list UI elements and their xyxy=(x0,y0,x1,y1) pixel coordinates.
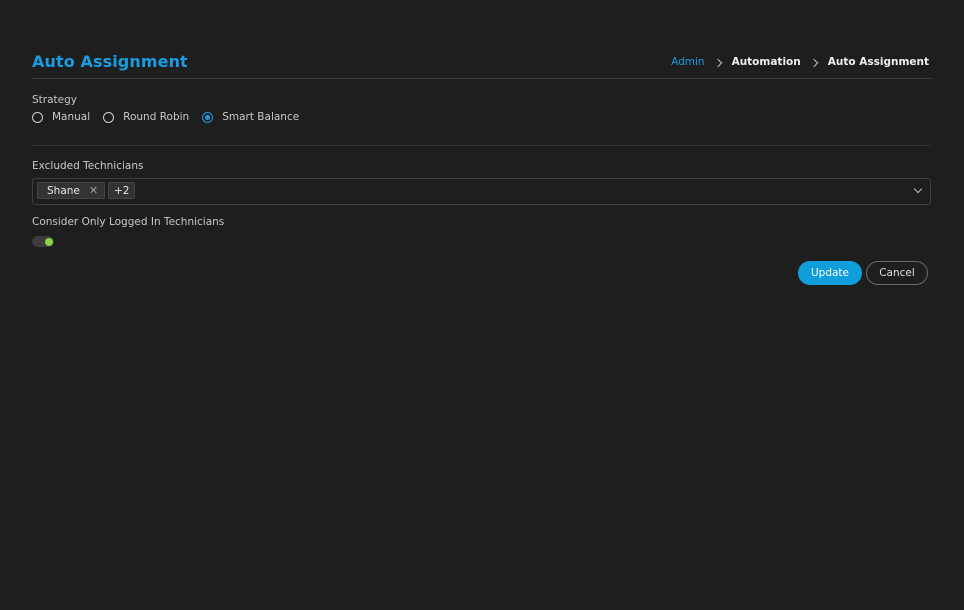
radio-manual[interactable]: Manual xyxy=(32,111,90,123)
technician-tag-label: Shane xyxy=(47,184,80,197)
radio-round-robin-label: Round Robin xyxy=(123,111,190,123)
breadcrumb: Admin Automation Auto Assignment xyxy=(671,56,929,68)
strategy-radio-group: Manual Round Robin Smart Balance xyxy=(32,111,312,123)
logged-in-label: Consider Only Logged In Technicians xyxy=(32,216,225,228)
radio-circle-icon[interactable] xyxy=(103,111,115,123)
section-divider xyxy=(32,145,931,146)
chevron-right-icon xyxy=(809,58,818,68)
cancel-button[interactable]: Cancel xyxy=(866,261,928,285)
chevron-right-icon xyxy=(713,58,722,68)
breadcrumb-admin-link[interactable]: Admin xyxy=(671,56,704,68)
radio-smart-balance[interactable]: Smart Balance xyxy=(202,111,299,123)
excluded-technicians-label: Excluded Technicians xyxy=(32,160,144,172)
technician-tag: Shane ✕ xyxy=(37,182,106,199)
breadcrumb-current: Auto Assignment xyxy=(827,56,929,68)
chevron-down-icon[interactable] xyxy=(913,184,923,194)
close-icon[interactable]: ✕ xyxy=(89,185,98,196)
update-button[interactable]: Update xyxy=(798,261,862,285)
toggle-knob xyxy=(45,237,53,246)
radio-circle-icon[interactable] xyxy=(32,111,43,123)
page-header: Auto Assignment Admin Automation Auto As… xyxy=(32,50,933,79)
auto-assignment-page: Auto Assignment Admin Automation Auto As… xyxy=(0,0,964,610)
radio-smart-balance-label: Smart Balance xyxy=(222,111,300,123)
more-tags-badge[interactable]: +2 xyxy=(108,182,136,199)
breadcrumb-automation[interactable]: Automation xyxy=(732,56,801,68)
radio-round-robin[interactable]: Round Robin xyxy=(103,111,189,123)
radio-checked-icon[interactable] xyxy=(202,111,214,123)
excluded-technicians-select[interactable]: Shane ✕ +2 xyxy=(32,178,931,205)
page-title: Auto Assignment xyxy=(32,52,188,71)
radio-manual-label: Manual xyxy=(52,111,91,123)
logged-in-toggle[interactable] xyxy=(32,236,54,247)
strategy-label: Strategy xyxy=(32,94,77,106)
